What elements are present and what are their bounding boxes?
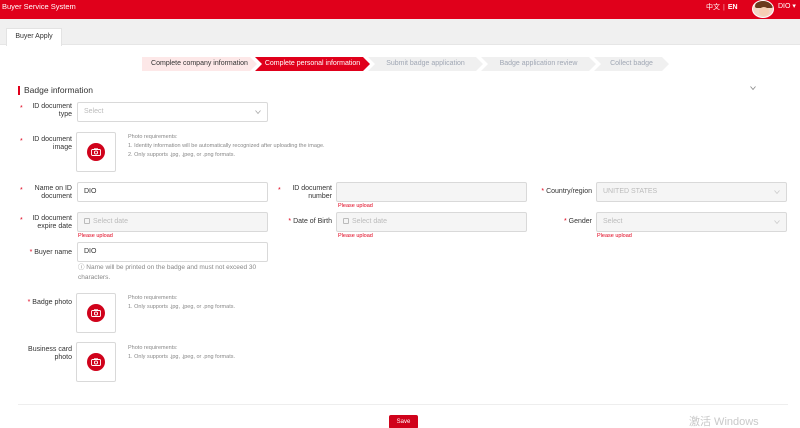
calendar-icon — [343, 218, 349, 224]
buyer-name-label: * Buyer name — [29, 249, 72, 256]
camera-icon — [87, 304, 105, 322]
country-label: * Country/region — [541, 188, 592, 195]
step-submit-badge: Submit badge application — [368, 57, 483, 71]
chevron-down-icon: ▾ — [792, 3, 796, 10]
chevron-down-icon — [255, 110, 261, 115]
camera-icon — [87, 353, 105, 371]
dob-label: * Date of Birth — [288, 218, 332, 225]
step-collect-badge: Collect badge — [594, 57, 669, 71]
chevron-down-icon — [774, 220, 780, 225]
dob-error: Please upload — [338, 233, 373, 239]
id-doc-image-hint: Photo requirements: 1. Identity informat… — [128, 134, 325, 158]
gender-label: * Gender — [563, 218, 592, 225]
user-menu[interactable]: DIO ▾ — [778, 2, 796, 10]
id-doc-number-input[interactable] — [336, 182, 527, 202]
id-expire-label: * ID document expire date — [20, 215, 72, 230]
step-badge-review: Badge application review — [481, 57, 596, 71]
dob-date-picker[interactable]: Select date — [336, 212, 527, 232]
activation-watermark: 激活 Windows — [689, 416, 759, 428]
gender-select[interactable]: Select — [596, 212, 787, 232]
buyer-name-input[interactable]: DIO — [77, 242, 268, 262]
camera-icon — [87, 143, 105, 161]
name-on-id-label: * Name on ID document — [20, 185, 72, 200]
lang-en[interactable]: EN — [728, 4, 738, 11]
id-expire-date-picker[interactable]: Select date — [77, 212, 268, 232]
app-title: Buyer Service System — [2, 2, 76, 11]
id-doc-number-label: * ID document number — [278, 185, 332, 200]
step-company-info: Complete company information — [142, 57, 257, 71]
business-card-label: Business card photo — [28, 346, 72, 361]
lang-zh[interactable]: 中文 — [706, 4, 720, 11]
buyer-name-note: ⓘ Name will be printed on the badge and … — [78, 264, 257, 281]
id-expire-error: Please upload — [78, 233, 113, 239]
divider — [18, 404, 788, 405]
avatar[interactable] — [752, 0, 774, 18]
tab-bar: Buyer Apply — [0, 19, 800, 46]
id-doc-image-label: * ID document image — [20, 136, 72, 151]
user-name: DIO — [778, 3, 791, 10]
step-personal-info: Complete personal information — [255, 57, 370, 71]
id-doc-type-label: * ID document type — [20, 103, 72, 118]
badge-photo-label: * Badge photo — [27, 299, 72, 306]
business-card-upload[interactable] — [76, 342, 116, 382]
calendar-icon — [84, 218, 90, 224]
id-doc-number-error: Please upload — [338, 203, 373, 209]
id-doc-type-select[interactable]: Select — [77, 102, 268, 122]
collapse-icon[interactable] — [750, 85, 756, 91]
badge-photo-hint: Photo requirements: 1. Only supports .jp… — [128, 295, 235, 310]
gender-error: Please upload — [597, 233, 632, 239]
id-doc-image-upload[interactable] — [76, 132, 116, 172]
country-select[interactable]: UNITED STATES — [596, 182, 787, 202]
save-button[interactable]: Save — [389, 415, 418, 428]
top-bar: Buyer Service System 中文 | EN DIO ▾ — [0, 0, 800, 19]
chevron-down-icon — [774, 190, 780, 195]
language-switch: 中文 | EN — [706, 4, 738, 11]
tab-buyer-apply[interactable]: Buyer Apply — [6, 28, 62, 46]
name-on-id-input[interactable]: DIO — [77, 182, 268, 202]
business-card-hint: Photo requirements: 1. Only supports .jp… — [128, 345, 235, 360]
section-title: Badge information — [18, 85, 93, 96]
badge-photo-upload[interactable] — [76, 293, 116, 333]
